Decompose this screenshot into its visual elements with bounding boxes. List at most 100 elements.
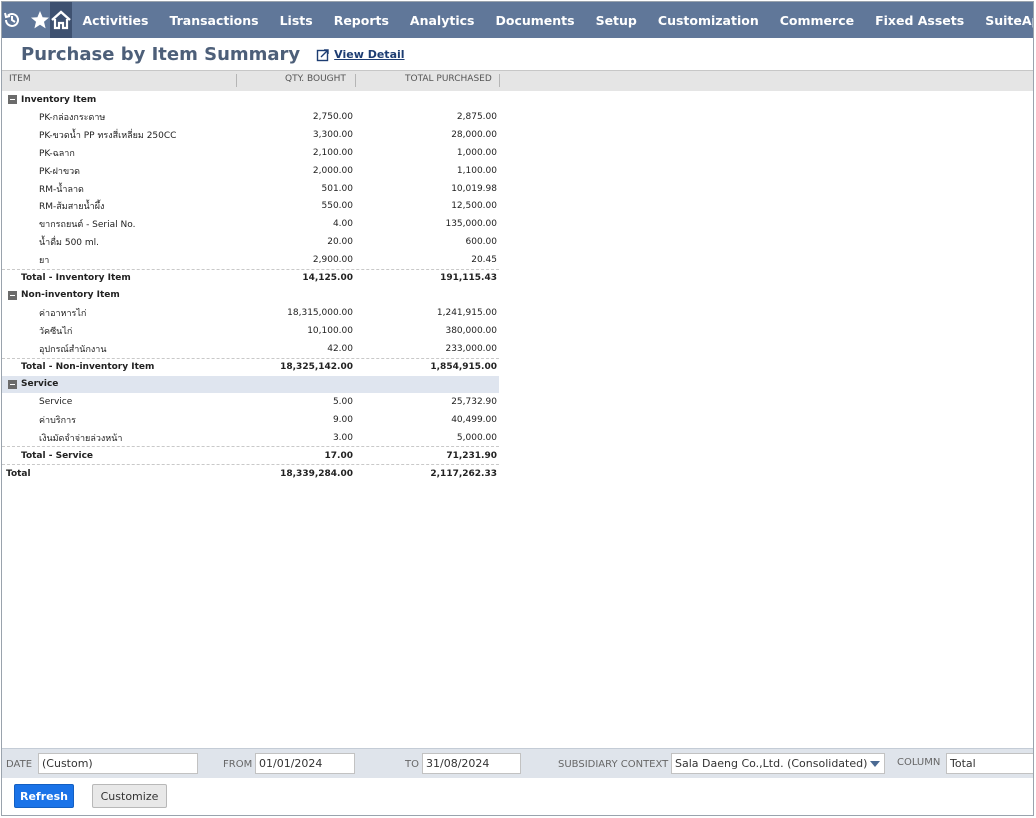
group-total-qty-cell: 17.00 bbox=[325, 451, 353, 461]
table-row: น้ำดื่ม 500 ml. 20.00 600.00 bbox=[2, 233, 499, 251]
column-divider[interactable] bbox=[499, 74, 500, 87]
qty-bought: 550.00 bbox=[321, 201, 354, 212]
qty-bought-cell: 5.00 bbox=[333, 397, 353, 407]
item-name: เงินมัดจำจ่ายล่วงหน้า bbox=[39, 433, 123, 444]
home-icon[interactable] bbox=[50, 2, 72, 38]
item-name-cell: RM-น้ำลาด bbox=[39, 182, 84, 196]
qty-bought: 3,300.00 bbox=[312, 130, 353, 141]
total-purchased: 1,000.00 bbox=[456, 147, 497, 158]
nav-setup[interactable]: Setup bbox=[585, 2, 647, 38]
refresh-button[interactable]: Refresh bbox=[14, 784, 74, 808]
nav-commerce[interactable]: Commerce bbox=[769, 2, 864, 38]
star-icon[interactable] bbox=[30, 2, 50, 38]
qty-bought-cell: 2,100.00 bbox=[313, 148, 353, 158]
collapse-icon[interactable] bbox=[8, 95, 17, 105]
table-row: เงินมัดจำจ่ายล่วงหน้า 3.00 5,000.00 bbox=[2, 429, 499, 447]
subsidiary-context-select[interactable]: Sala Daeng Co.,Ltd. (Consolidated) bbox=[671, 753, 885, 774]
grand-total-label: Total bbox=[6, 468, 31, 479]
item-name-cell: อุปกรณ์สำนักงาน bbox=[39, 342, 107, 356]
column-label: COLUMN bbox=[897, 757, 941, 768]
group-total-label: Total - Service bbox=[21, 450, 94, 461]
total-purchased-cell: 25,732.90 bbox=[451, 397, 497, 407]
item-name-cell: ยา bbox=[39, 253, 49, 267]
table-row: ค่าอาหารไก่ 18,315,000.00 1,241,915.00 bbox=[2, 304, 499, 322]
group-total-label-cell: Total - Inventory Item bbox=[21, 273, 131, 283]
table-row: RM-ส้มสายน้ำผึ้ง 550.00 12,500.00 bbox=[2, 197, 499, 215]
column-header-total-purchased[interactable]: TOTAL PURCHASED bbox=[405, 74, 492, 84]
grand-total-amount-cell: 2,117,262.33 bbox=[430, 469, 497, 479]
column-divider[interactable] bbox=[236, 74, 237, 87]
group-total-amount: 1,854,915.00 bbox=[430, 362, 497, 373]
qty-bought-cell: 42.00 bbox=[327, 344, 353, 354]
to-date-field[interactable]: 31/08/2024 bbox=[422, 753, 521, 774]
total-purchased-cell: 135,000.00 bbox=[445, 219, 497, 229]
total-purchased-cell: 40,499.00 bbox=[451, 415, 497, 425]
item-name-cell: ขากรถยนต์ - Serial No. bbox=[39, 217, 135, 231]
from-date-field[interactable]: 01/01/2024 bbox=[255, 753, 355, 774]
from-label: FROM bbox=[223, 759, 253, 770]
total-purchased-cell: 2,875.00 bbox=[457, 112, 497, 122]
item-name-cell: PK-ฉลาก bbox=[39, 146, 75, 160]
nav-analytics[interactable]: Analytics bbox=[399, 2, 485, 38]
customize-button[interactable]: Customize bbox=[92, 784, 167, 808]
nav-lists[interactable]: Lists bbox=[269, 2, 323, 38]
qty-bought-cell: 2,750.00 bbox=[313, 112, 353, 122]
group-name-cell: Service bbox=[8, 379, 58, 389]
grand-total-label-cell: Total bbox=[6, 469, 31, 479]
item-name-cell: น้ำดื่ม 500 ml. bbox=[39, 235, 99, 249]
nav-fixed-assets[interactable]: Fixed Assets bbox=[865, 2, 975, 38]
table-row: PK-ฝาขวด 2,000.00 1,100.00 bbox=[2, 162, 499, 180]
total-purchased: 600.00 bbox=[465, 236, 498, 247]
column-header-item[interactable]: ITEM bbox=[9, 74, 31, 84]
qty-bought-cell: 18,315,000.00 bbox=[287, 308, 353, 318]
qty-bought: 5.00 bbox=[332, 396, 353, 407]
column-divider[interactable] bbox=[355, 74, 356, 87]
nav-suiteapps[interactable]: SuiteApps bbox=[975, 2, 1033, 38]
qty-bought: 2,000.00 bbox=[312, 165, 353, 176]
nav-transactions[interactable]: Transactions bbox=[159, 2, 269, 38]
nav-activities[interactable]: Activities bbox=[72, 2, 159, 38]
grand-total-qty-cell: 18,339,284.00 bbox=[280, 469, 353, 479]
nav-documents[interactable]: Documents bbox=[485, 2, 585, 38]
page-title: Purchase by Item Summary bbox=[21, 44, 301, 65]
app-window: Activities Transactions Lists Reports An… bbox=[1, 1, 1034, 816]
group-total-row: Total - Service 17.00 71,231.90 bbox=[2, 446, 499, 464]
collapse-icon[interactable] bbox=[8, 290, 17, 300]
item-name: ขากรถยนต์ - Serial No. bbox=[39, 220, 136, 231]
total-purchased-cell: 5,000.00 bbox=[457, 433, 497, 443]
collapse-icon[interactable] bbox=[8, 379, 17, 389]
total-purchased: 10,019.98 bbox=[451, 183, 497, 194]
recent-icon[interactable] bbox=[2, 2, 30, 38]
column-header-qty-bought[interactable]: QTY. BOUGHT bbox=[285, 74, 346, 84]
item-name-cell: PK-กล่องกระดาษ bbox=[39, 110, 105, 124]
nav-customization[interactable]: Customization bbox=[647, 2, 769, 38]
title-bar: Purchase by Item Summary View Detail bbox=[2, 38, 1033, 71]
date-field[interactable]: (Custom) bbox=[38, 753, 198, 774]
qty-bought: 9.00 bbox=[332, 414, 353, 425]
qty-bought: 42.00 bbox=[327, 343, 353, 354]
column-field[interactable]: Total bbox=[946, 753, 1033, 774]
group-total-label-cell: Total - Non-inventory Item bbox=[21, 362, 154, 372]
total-purchased-cell: 10,019.98 bbox=[451, 184, 497, 194]
view-detail-link[interactable]: View Detail bbox=[316, 48, 405, 62]
table-row: วัคซีนไก่ 10,100.00 380,000.00 bbox=[2, 322, 499, 340]
group-name-cell: Inventory Item bbox=[8, 95, 96, 105]
group-total-qty: 17.00 bbox=[324, 450, 353, 461]
qty-bought: 4.00 bbox=[332, 219, 353, 230]
group-total-row: Total - Inventory Item 14,125.00 191,115.4… bbox=[2, 268, 499, 287]
item-name: PK-ฝาขวด bbox=[39, 166, 81, 177]
total-purchased: 1,241,915.00 bbox=[436, 308, 497, 319]
nav-reports[interactable]: Reports bbox=[323, 2, 399, 38]
table-row: ยา 2,900.00 20.45 bbox=[2, 251, 499, 269]
qty-bought-cell: 3,300.00 bbox=[313, 130, 353, 140]
group-name-cell: Non-inventory Item bbox=[8, 290, 120, 300]
group-total-qty-cell: 18,325,142.00 bbox=[280, 362, 353, 372]
item-name: ค่าอาหารไก่ bbox=[39, 309, 87, 320]
total-purchased: 40,499.00 bbox=[451, 414, 497, 425]
item-name-cell: วัคซีนไก่ bbox=[39, 324, 72, 338]
item-name: PK-ขวดน้ำ PP ทรงสี่เหลี่ยม 250CC bbox=[39, 131, 177, 142]
qty-bought: 2,750.00 bbox=[312, 112, 353, 123]
qty-bought: 18,315,000.00 bbox=[287, 308, 353, 319]
qty-bought-cell: 2,900.00 bbox=[313, 255, 353, 265]
external-link-icon bbox=[316, 48, 329, 61]
